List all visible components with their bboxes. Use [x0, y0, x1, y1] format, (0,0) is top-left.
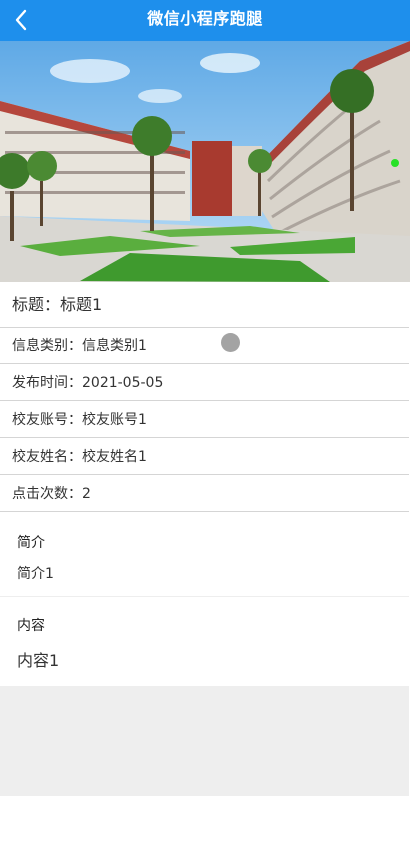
click-count-label: 点击次数：: [12, 486, 82, 502]
touch-indicator: [221, 333, 240, 352]
intro-section: 简介 简介1: [0, 513, 409, 596]
empty-area: [0, 686, 409, 796]
category-value: 信息类别1: [82, 338, 147, 354]
publish-time-value: 2021-05-05: [82, 375, 164, 391]
content-section: 内容 内容1: [0, 597, 409, 686]
publish-time-label: 发布时间：: [12, 375, 82, 391]
top-nav-bar: 微信小程序跑腿: [0, 0, 410, 41]
alumni-name-label: 校友姓名：: [12, 449, 82, 465]
intro-heading: 简介: [17, 535, 45, 551]
click-count-value: 2: [82, 486, 91, 502]
title-value: 标题1: [60, 295, 103, 314]
alumni-account-value: 校友账号1: [82, 412, 147, 428]
page-title: 微信小程序跑腿: [147, 9, 263, 28]
intro-text: 简介1: [17, 566, 54, 582]
click-count-row: 点击次数：2: [0, 476, 409, 512]
alumni-name-row: 校友姓名：校友姓名1: [0, 439, 409, 475]
alumni-name-value: 校友姓名1: [82, 449, 147, 465]
alumni-account-label: 校友账号：: [12, 412, 82, 428]
category-row: 信息类别：信息类别1: [0, 328, 409, 364]
campus-photo: [0, 41, 410, 282]
title-label: 标题：: [12, 295, 61, 314]
content-text: 内容1: [17, 651, 60, 670]
content-heading: 内容: [17, 618, 45, 634]
category-label: 信息类别：: [12, 338, 82, 354]
publish-time-row: 发布时间：2021-05-05: [0, 365, 409, 401]
alumni-account-row: 校友账号：校友账号1: [0, 402, 409, 438]
title-row: 标题：标题1: [0, 282, 409, 328]
